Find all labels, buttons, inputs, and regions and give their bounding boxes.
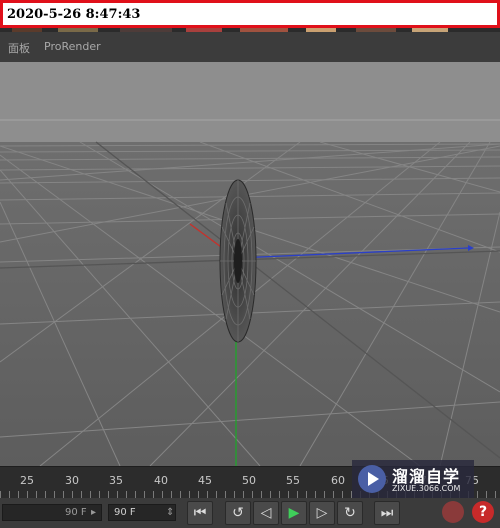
viewport-menubar: 面板 ProRender bbox=[0, 32, 500, 63]
sky-background bbox=[0, 62, 500, 142]
timeline-tick: 25 bbox=[20, 474, 34, 487]
next-key-button[interactable]: ▷ bbox=[309, 501, 335, 525]
loop-button[interactable]: ↻ bbox=[337, 501, 363, 525]
end-frame-arrow-icon[interactable]: ▸ bbox=[91, 507, 96, 518]
timeline-tick: 55 bbox=[286, 474, 300, 487]
record-button[interactable]: ↺ bbox=[225, 501, 251, 525]
play-icon: ▶ bbox=[288, 505, 300, 521]
timeline-tick: 40 bbox=[154, 474, 168, 487]
disk-object bbox=[219, 179, 257, 343]
help-icon: ? bbox=[478, 504, 488, 520]
max-frame-value: 90 F bbox=[114, 507, 136, 518]
prev-key-icon: ◁ bbox=[260, 505, 272, 521]
timeline-tick: 45 bbox=[198, 474, 212, 487]
transport-bar: 90 F ▸ 90 F ⇕ ⏮ ↺ ◁ ▶ ▷ ↻ ⏭ ? bbox=[0, 498, 500, 528]
watermark: 溜溜自学 ZIXUE.3066.COM bbox=[352, 460, 474, 498]
menu-prorender[interactable]: ProRender bbox=[44, 40, 101, 53]
prev-key-button[interactable]: ◁ bbox=[253, 501, 279, 525]
go-to-start-icon: ⏮ bbox=[193, 505, 207, 521]
watermark-url: ZIXUE.3066.COM bbox=[392, 484, 461, 493]
timestamp-text: 2020-5-26 8:47:43 bbox=[7, 7, 141, 22]
play-button[interactable]: ▶ bbox=[281, 501, 307, 525]
max-frame-field[interactable]: 90 F ⇕ bbox=[108, 504, 176, 521]
next-key-icon: ▷ bbox=[316, 505, 328, 521]
timeline-tick: 30 bbox=[65, 474, 79, 487]
help-button[interactable]: ? bbox=[472, 501, 494, 523]
menu-panel[interactable]: 面板 bbox=[8, 40, 30, 56]
play-logo-icon bbox=[358, 465, 386, 493]
spinner-icon[interactable]: ⇕ bbox=[166, 507, 174, 518]
timeline-tick: 35 bbox=[109, 474, 123, 487]
record-keys-button[interactable] bbox=[442, 501, 464, 523]
go-to-start-button[interactable]: ⏮ bbox=[187, 501, 213, 525]
timeline-tick: 60 bbox=[331, 474, 345, 487]
go-to-end-icon: ⏭ bbox=[380, 505, 394, 521]
end-frame-value: 90 F bbox=[65, 507, 87, 518]
end-frame-field[interactable]: 90 F ▸ bbox=[2, 504, 102, 521]
viewport-scene bbox=[0, 62, 500, 466]
record-icon: ↺ bbox=[232, 505, 244, 521]
loop-icon: ↻ bbox=[344, 505, 356, 521]
3d-viewport[interactable] bbox=[0, 62, 500, 466]
go-to-end-button[interactable]: ⏭ bbox=[374, 501, 400, 525]
timeline-tick: 50 bbox=[242, 474, 256, 487]
timestamp-banner: 2020-5-26 8:47:43 bbox=[0, 0, 500, 28]
